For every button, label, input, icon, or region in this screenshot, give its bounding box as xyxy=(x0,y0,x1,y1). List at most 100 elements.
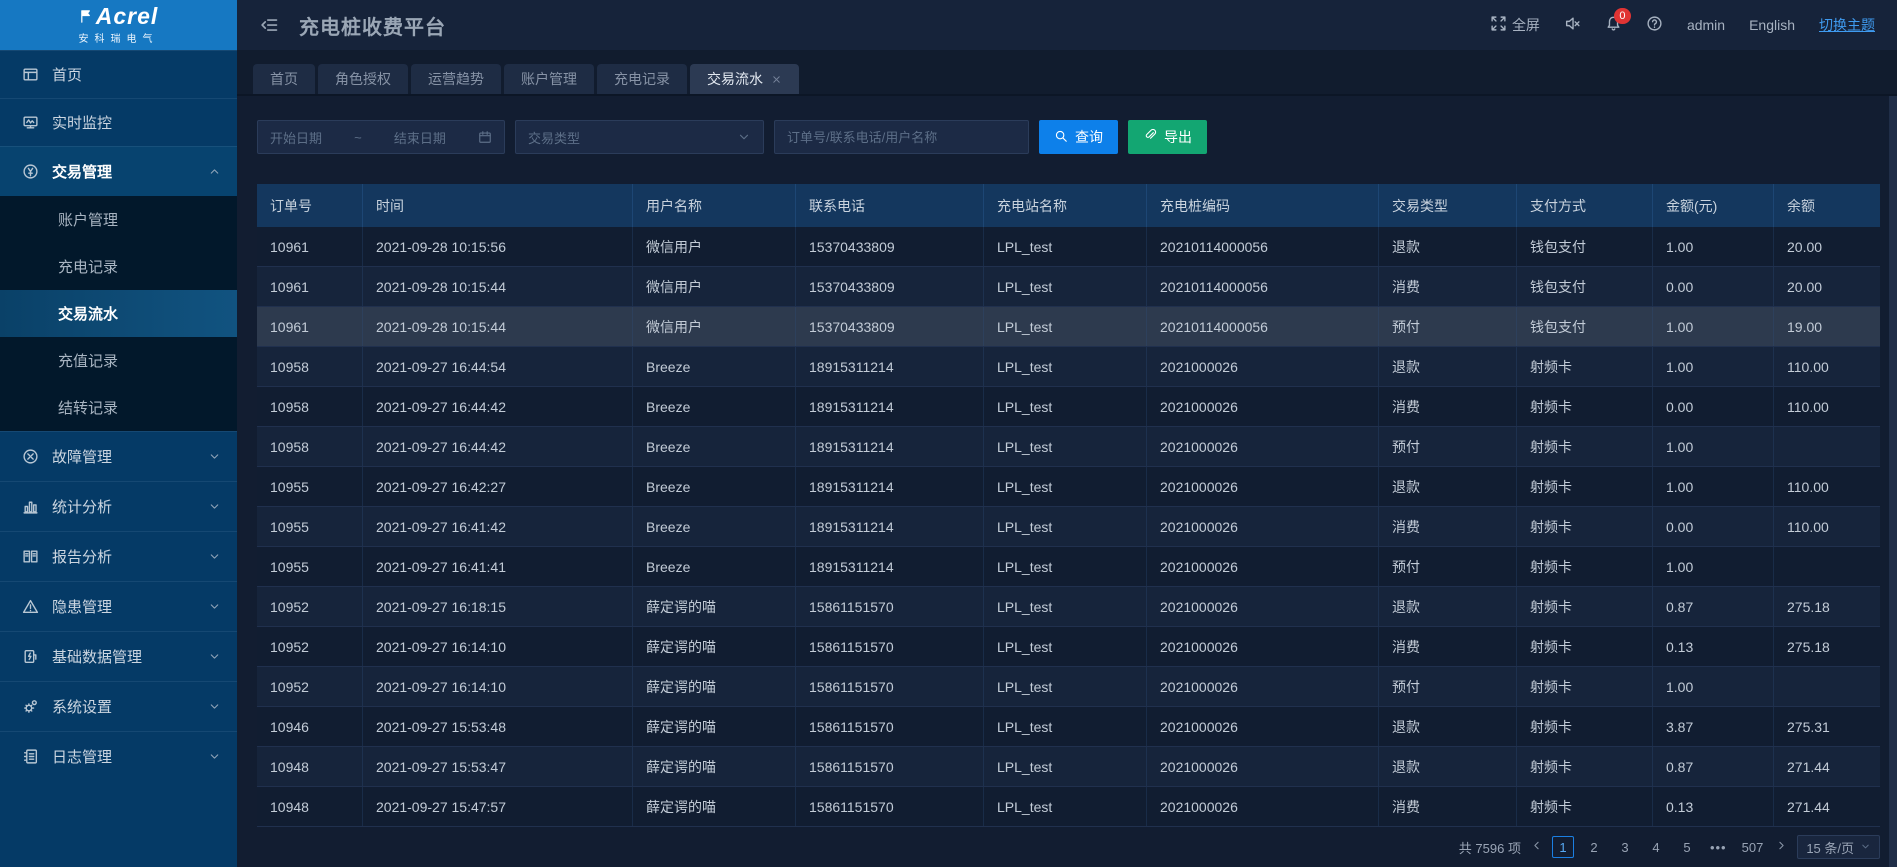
sidebar-item-carryover-records[interactable]: 结转记录 xyxy=(0,384,237,431)
sidebar-item-log-mgmt[interactable]: 日志管理 xyxy=(0,731,237,781)
sidebar-item-base-data-mgmt[interactable]: 基础数据管理 xyxy=(0,631,237,681)
table-cell: 3.87 xyxy=(1653,707,1774,746)
column-header: 时间 xyxy=(363,184,633,227)
table-row[interactable]: 109552021-09-27 16:41:42Breeze1891531121… xyxy=(257,507,1880,547)
user-menu[interactable]: admin xyxy=(1687,17,1725,33)
sidebar-item-realtime-monitoring[interactable]: 实时监控 xyxy=(0,98,237,146)
sidebar-item-fault-mgmt[interactable]: 故障管理 xyxy=(0,431,237,481)
table-row[interactable]: 109462021-09-27 15:53:48薛定谔的喵15861151570… xyxy=(257,707,1880,747)
table-cell: 预付 xyxy=(1379,667,1517,706)
help-button[interactable] xyxy=(1646,15,1663,35)
sidebar-item-transaction-mgmt[interactable]: 交易管理 xyxy=(0,146,237,196)
export-button[interactable]: 导出 xyxy=(1128,120,1207,154)
table-cell: 射频卡 xyxy=(1517,467,1653,506)
table-row[interactable]: 109612021-09-28 10:15:44微信用户15370433809L… xyxy=(257,307,1880,347)
table-cell: 1.00 xyxy=(1653,547,1774,586)
date-range-picker[interactable]: 开始日期 ~ 结束日期 xyxy=(257,120,505,154)
sidebar-item-account-mgmt[interactable]: 账户管理 xyxy=(0,196,237,243)
transactions-table: 订单号时间用户名称联系电话充电站名称充电桩编码交易类型支付方式金额(元)余额 1… xyxy=(257,184,1880,827)
acrel-flag-icon xyxy=(79,5,94,28)
page-number-button[interactable]: 507 xyxy=(1739,836,1767,858)
table-cell: 18915311214 xyxy=(796,467,984,506)
table-cell: LPL_test xyxy=(984,547,1147,586)
notification-button[interactable]: 0 xyxy=(1605,15,1622,35)
table-cell: Breeze xyxy=(633,387,796,426)
table-row[interactable]: 109612021-09-28 10:15:56微信用户15370433809L… xyxy=(257,227,1880,267)
sidebar-item-system-settings[interactable]: 系统设置 xyxy=(0,681,237,731)
table-row[interactable]: 109582021-09-27 16:44:42Breeze1891531121… xyxy=(257,387,1880,427)
table-cell: LPL_test xyxy=(984,387,1147,426)
sidebar-item-charge-records[interactable]: 充电记录 xyxy=(0,243,237,290)
table-cell: 18915311214 xyxy=(796,507,984,546)
tab-close-icon[interactable] xyxy=(771,74,782,85)
table-row[interactable]: 109522021-09-27 16:14:10薛定谔的喵15861151570… xyxy=(257,667,1880,707)
sidebar-item-label: 基础数据管理 xyxy=(52,646,142,667)
page-number-button[interactable]: 2 xyxy=(1583,836,1605,858)
tab-operation-trend[interactable]: 运营趋势 xyxy=(411,64,501,94)
search-button[interactable]: 查询 xyxy=(1039,120,1118,154)
table-cell: 预付 xyxy=(1379,307,1517,346)
app-root: Acrel 安科瑞电气 首页实时监控交易管理账户管理充电记录交易流水充值记录结转… xyxy=(0,0,1897,867)
table-cell: 10958 xyxy=(257,387,363,426)
table-row[interactable]: 109552021-09-27 16:41:41Breeze1891531121… xyxy=(257,547,1880,587)
table-cell: 20.00 xyxy=(1774,227,1880,266)
tab-transaction-flow[interactable]: 交易流水 xyxy=(690,64,799,94)
page-number-button[interactable]: 3 xyxy=(1614,836,1636,858)
sidebar-item-home[interactable]: 首页 xyxy=(0,50,237,98)
sidebar-item-hazard-mgmt[interactable]: 隐患管理 xyxy=(0,581,237,631)
mute-button[interactable] xyxy=(1564,15,1581,35)
keyword-input[interactable] xyxy=(787,130,1016,145)
table-row[interactable]: 109612021-09-28 10:15:44微信用户15370433809L… xyxy=(257,267,1880,307)
table-cell: 射频卡 xyxy=(1517,627,1653,666)
table-cell: 10952 xyxy=(257,587,363,626)
table-cell: LPL_test xyxy=(984,227,1147,266)
table-row[interactable]: 109552021-09-27 16:42:27Breeze1891531121… xyxy=(257,467,1880,507)
tab-account-mgmt[interactable]: 账户管理 xyxy=(504,64,594,94)
menu-fold-icon[interactable] xyxy=(259,15,279,35)
sidebar-item-stats-analysis[interactable]: 统计分析 xyxy=(0,481,237,531)
page-number-button[interactable]: 1 xyxy=(1552,836,1574,858)
tab-home[interactable]: 首页 xyxy=(253,64,315,94)
table-cell: 110.00 xyxy=(1774,467,1880,506)
search-icon xyxy=(1054,129,1068,146)
tab-label: 充电记录 xyxy=(614,69,670,89)
table-row[interactable]: 109582021-09-27 16:44:42Breeze1891531121… xyxy=(257,427,1880,467)
table-cell: 15370433809 xyxy=(796,267,984,306)
table-cell: 2021000026 xyxy=(1147,387,1379,426)
next-page-button[interactable] xyxy=(1775,839,1788,855)
table-row[interactable]: 109482021-09-27 15:47:57薛定谔的喵15861151570… xyxy=(257,787,1880,827)
table-cell: 预付 xyxy=(1379,547,1517,586)
settings-icon xyxy=(22,698,39,715)
table-row[interactable]: 109482021-09-27 15:53:47薛定谔的喵15861151570… xyxy=(257,747,1880,787)
date-start-placeholder: 开始日期 xyxy=(270,128,322,147)
sidebar-item-recharge-records[interactable]: 充值记录 xyxy=(0,337,237,384)
page-number-button[interactable]: 5 xyxy=(1676,836,1698,858)
tab-role-auth[interactable]: 角色授权 xyxy=(318,64,408,94)
table-row[interactable]: 109522021-09-27 16:18:15薛定谔的喵15861151570… xyxy=(257,587,1880,627)
page-number-button[interactable]: 4 xyxy=(1645,836,1667,858)
prev-page-button[interactable] xyxy=(1530,839,1543,855)
tab-charge-records[interactable]: 充电记录 xyxy=(597,64,687,94)
transaction-type-select[interactable]: 交易类型 xyxy=(515,120,764,154)
table-row[interactable]: 109582021-09-27 16:44:54Breeze1891531121… xyxy=(257,347,1880,387)
hazard-icon xyxy=(22,598,39,615)
table-cell: 消费 xyxy=(1379,387,1517,426)
chevron-down-icon xyxy=(208,450,221,463)
chevron-down-icon xyxy=(737,130,751,144)
tab-label: 账户管理 xyxy=(521,69,577,89)
total-count-label: 共 7596 项 xyxy=(1459,838,1521,857)
table-cell: 预付 xyxy=(1379,427,1517,466)
fullscreen-button[interactable]: 全屏 xyxy=(1490,15,1540,35)
table-cell: 20210114000056 xyxy=(1147,267,1379,306)
theme-toggle-link[interactable]: 切换主题 xyxy=(1819,15,1875,35)
sidebar-item-label: 统计分析 xyxy=(52,496,112,517)
language-toggle[interactable]: English xyxy=(1749,17,1795,33)
vertical-scrollbar[interactable] xyxy=(1889,96,1897,867)
page-size-select[interactable]: 15 条/页 xyxy=(1797,835,1880,859)
sidebar-item-transaction-flow[interactable]: 交易流水 xyxy=(0,290,237,337)
sidebar-item-report-analysis[interactable]: 报告分析 xyxy=(0,531,237,581)
table-cell: Breeze xyxy=(633,507,796,546)
table-cell: 2021000026 xyxy=(1147,587,1379,626)
table-cell: 0.00 xyxy=(1653,387,1774,426)
table-row[interactable]: 109522021-09-27 16:14:10薛定谔的喵15861151570… xyxy=(257,627,1880,667)
